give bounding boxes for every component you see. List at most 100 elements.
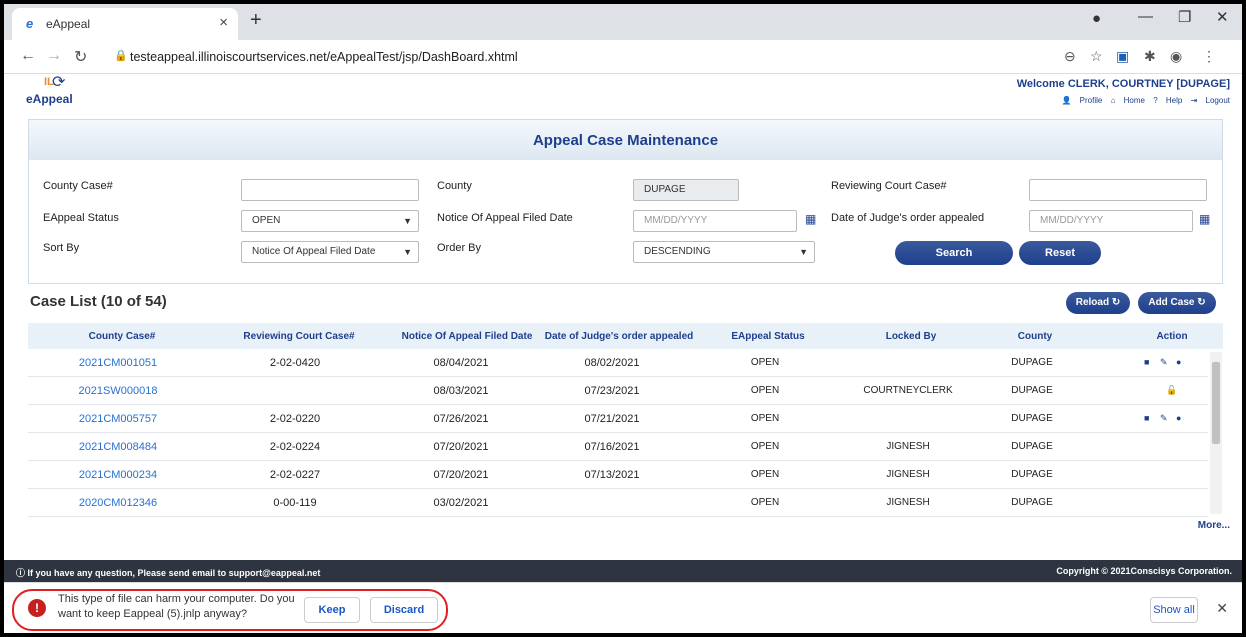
help-link[interactable]: ? Help [1153, 96, 1182, 105]
case-link[interactable]: 2020CM012346 [79, 497, 157, 509]
back-arrow-icon[interactable]: ← [20, 47, 36, 65]
reload-button[interactable]: Reload ↻ [1066, 292, 1130, 314]
unlock-icon[interactable]: 🔓 [1166, 385, 1177, 396]
county: DUPAGE [1011, 357, 1053, 368]
discard-button[interactable]: Discard [370, 597, 438, 623]
judge-date: 07/13/2021 [584, 469, 640, 481]
new-tab-button[interactable]: + [250, 9, 262, 32]
case-link[interactable]: 2021CM005757 [79, 413, 157, 425]
search-panel: Appeal Case Maintenance County Case# Cou… [28, 119, 1223, 284]
status-select[interactable]: OPEN ▼ [241, 210, 419, 232]
table-scrollbar[interactable] [1210, 352, 1222, 514]
show-all-button[interactable]: Show all [1150, 597, 1198, 623]
extension-s-icon[interactable]: ▣ [1116, 48, 1129, 65]
browser-tab[interactable]: e eAppeal × [12, 8, 238, 40]
table-row: 2021SW000018 08/03/2021 07/23/2021 OPEN … [28, 377, 1208, 405]
address-bar[interactable]: testeappeal.illinoiscourtservices.net/eA… [130, 50, 518, 64]
app-header: IL ⟳ eAppeal Welcome CLERK, COURTNEY [DU… [4, 74, 1242, 120]
col-county-case[interactable]: County Case# [89, 331, 156, 342]
copyright: Copyright © 2021Conscisys Corporation. [1056, 566, 1232, 576]
county: DUPAGE [1011, 385, 1053, 396]
lock-icon: 🔒 [114, 50, 128, 62]
reviewing-case-input[interactable] [1029, 179, 1207, 201]
keep-button[interactable]: Keep [304, 597, 360, 623]
reset-button[interactable]: Reset [1019, 241, 1101, 265]
case-link[interactable]: 2021CM008484 [79, 441, 157, 453]
order-by-select[interactable]: DESCENDING ▼ [633, 241, 815, 263]
minimize-button[interactable]: — [1138, 8, 1153, 25]
tab-strip: e eAppeal × + ● — ❐ ✕ [4, 4, 1242, 40]
logo-text[interactable]: eAppeal [26, 92, 73, 106]
county-field: DUPAGE [633, 179, 739, 201]
panel-header: Appeal Case Maintenance [29, 120, 1222, 160]
edit-icon[interactable]: ✎ [1160, 413, 1168, 424]
col-status[interactable]: EAppeal Status [731, 331, 804, 342]
reviewing-case: 2-02-0227 [269, 469, 321, 481]
filed-date-input[interactable]: MM/DD/YYYY [633, 210, 797, 232]
add-case-button[interactable]: Add Case ↻ [1138, 292, 1216, 314]
home-link[interactable]: ⌂ Home [1111, 96, 1145, 105]
status: OPEN [750, 357, 780, 368]
case-link[interactable]: 2021SW000018 [79, 385, 158, 397]
close-tab-icon[interactable]: × [219, 14, 228, 31]
calendar-icon[interactable]: ▦ [805, 212, 816, 226]
filed-date: 07/26/2021 [433, 413, 489, 425]
document-icon[interactable]: ■ [1144, 413, 1149, 423]
footer: ⓘ If you have any question, Please send … [4, 560, 1242, 582]
scrollbar-thumb[interactable] [1212, 362, 1220, 444]
puzzle-icon[interactable]: ✱ [1144, 48, 1156, 65]
case-link[interactable]: 2021CM000234 [79, 469, 157, 481]
filed-date: 03/02/2021 [433, 497, 489, 509]
table-row: 2021CM005757 2-02-0220 07/26/2021 07/21/… [28, 405, 1208, 433]
profile-circle-icon[interactable]: ● [1092, 10, 1101, 27]
zoom-icon[interactable]: ⊖ [1064, 48, 1076, 65]
status: OPEN [750, 441, 780, 452]
col-reviewing-case[interactable]: Reviewing Court Case# [243, 331, 354, 342]
maximize-button[interactable]: ❐ [1178, 8, 1191, 26]
delete-icon[interactable]: ● [1176, 357, 1181, 367]
col-judge-date[interactable]: Date of Judge's order appealed [545, 331, 694, 342]
search-button[interactable]: Search [895, 241, 1013, 265]
filed-date: 07/20/2021 [433, 469, 489, 481]
reviewing-case: 2-02-0224 [269, 441, 321, 453]
order-by-label: Order By [437, 242, 482, 254]
table-row: 2020CM012346 0-00-119 03/02/2021 OPEN JI… [28, 489, 1208, 517]
sort-by-select[interactable]: Notice Of Appeal Filed Date ▼ [241, 241, 419, 263]
judge-date: 07/21/2021 [584, 413, 640, 425]
locked-by: JIGNESH [886, 441, 930, 452]
close-window-button[interactable]: ✕ [1216, 8, 1229, 26]
forward-arrow-icon[interactable]: → [46, 47, 62, 65]
logout-link[interactable]: ⇥ Logout [1191, 96, 1230, 105]
judge-date: 07/23/2021 [584, 385, 640, 397]
logo-arrow-icon: ⟳ [52, 74, 66, 91]
calendar-icon[interactable]: ▦ [1199, 212, 1210, 226]
delete-icon[interactable]: ● [1176, 413, 1181, 423]
filed-date: 08/04/2021 [433, 357, 489, 369]
account-icon[interactable]: ◉ [1170, 48, 1182, 65]
status: OPEN [750, 469, 780, 480]
profile-label: Profile [1079, 96, 1103, 105]
order-by-value: DESCENDING [644, 246, 711, 257]
kebab-menu-icon[interactable]: ⋮ [1202, 48, 1216, 65]
status-value: OPEN [252, 215, 281, 226]
col-county[interactable]: County [1018, 331, 1052, 342]
col-locked-by[interactable]: Locked By [886, 331, 937, 342]
bookmark-star-icon[interactable]: ☆ [1090, 48, 1103, 65]
col-filed-date[interactable]: Notice Of Appeal Filed Date [402, 331, 533, 342]
help-label: Help [1165, 96, 1183, 105]
welcome-text: Welcome CLERK, COURTNEY [DUPAGE] [1016, 78, 1230, 90]
chevron-down-icon: ▼ [403, 216, 412, 226]
county-case-input[interactable] [241, 179, 419, 201]
close-download-bar-icon[interactable]: ✕ [1216, 600, 1228, 617]
document-icon[interactable]: ■ [1144, 357, 1149, 367]
reload-label: Reload [1075, 297, 1110, 308]
profile-link[interactable]: 👤 Profile [1061, 96, 1102, 105]
footer-help-text: If you have any question, Please send em… [27, 568, 321, 578]
case-link[interactable]: 2021CM001051 [79, 357, 157, 369]
edit-icon[interactable]: ✎ [1160, 357, 1168, 368]
case-list-title: Case List (10 of 54) [30, 293, 167, 310]
more-link[interactable]: More... [1198, 520, 1230, 531]
judge-order-date-input[interactable]: MM/DD/YYYY [1029, 210, 1193, 232]
reload-icon[interactable]: ↻ [74, 47, 87, 67]
sort-by-value: Notice Of Appeal Filed Date [252, 246, 376, 257]
